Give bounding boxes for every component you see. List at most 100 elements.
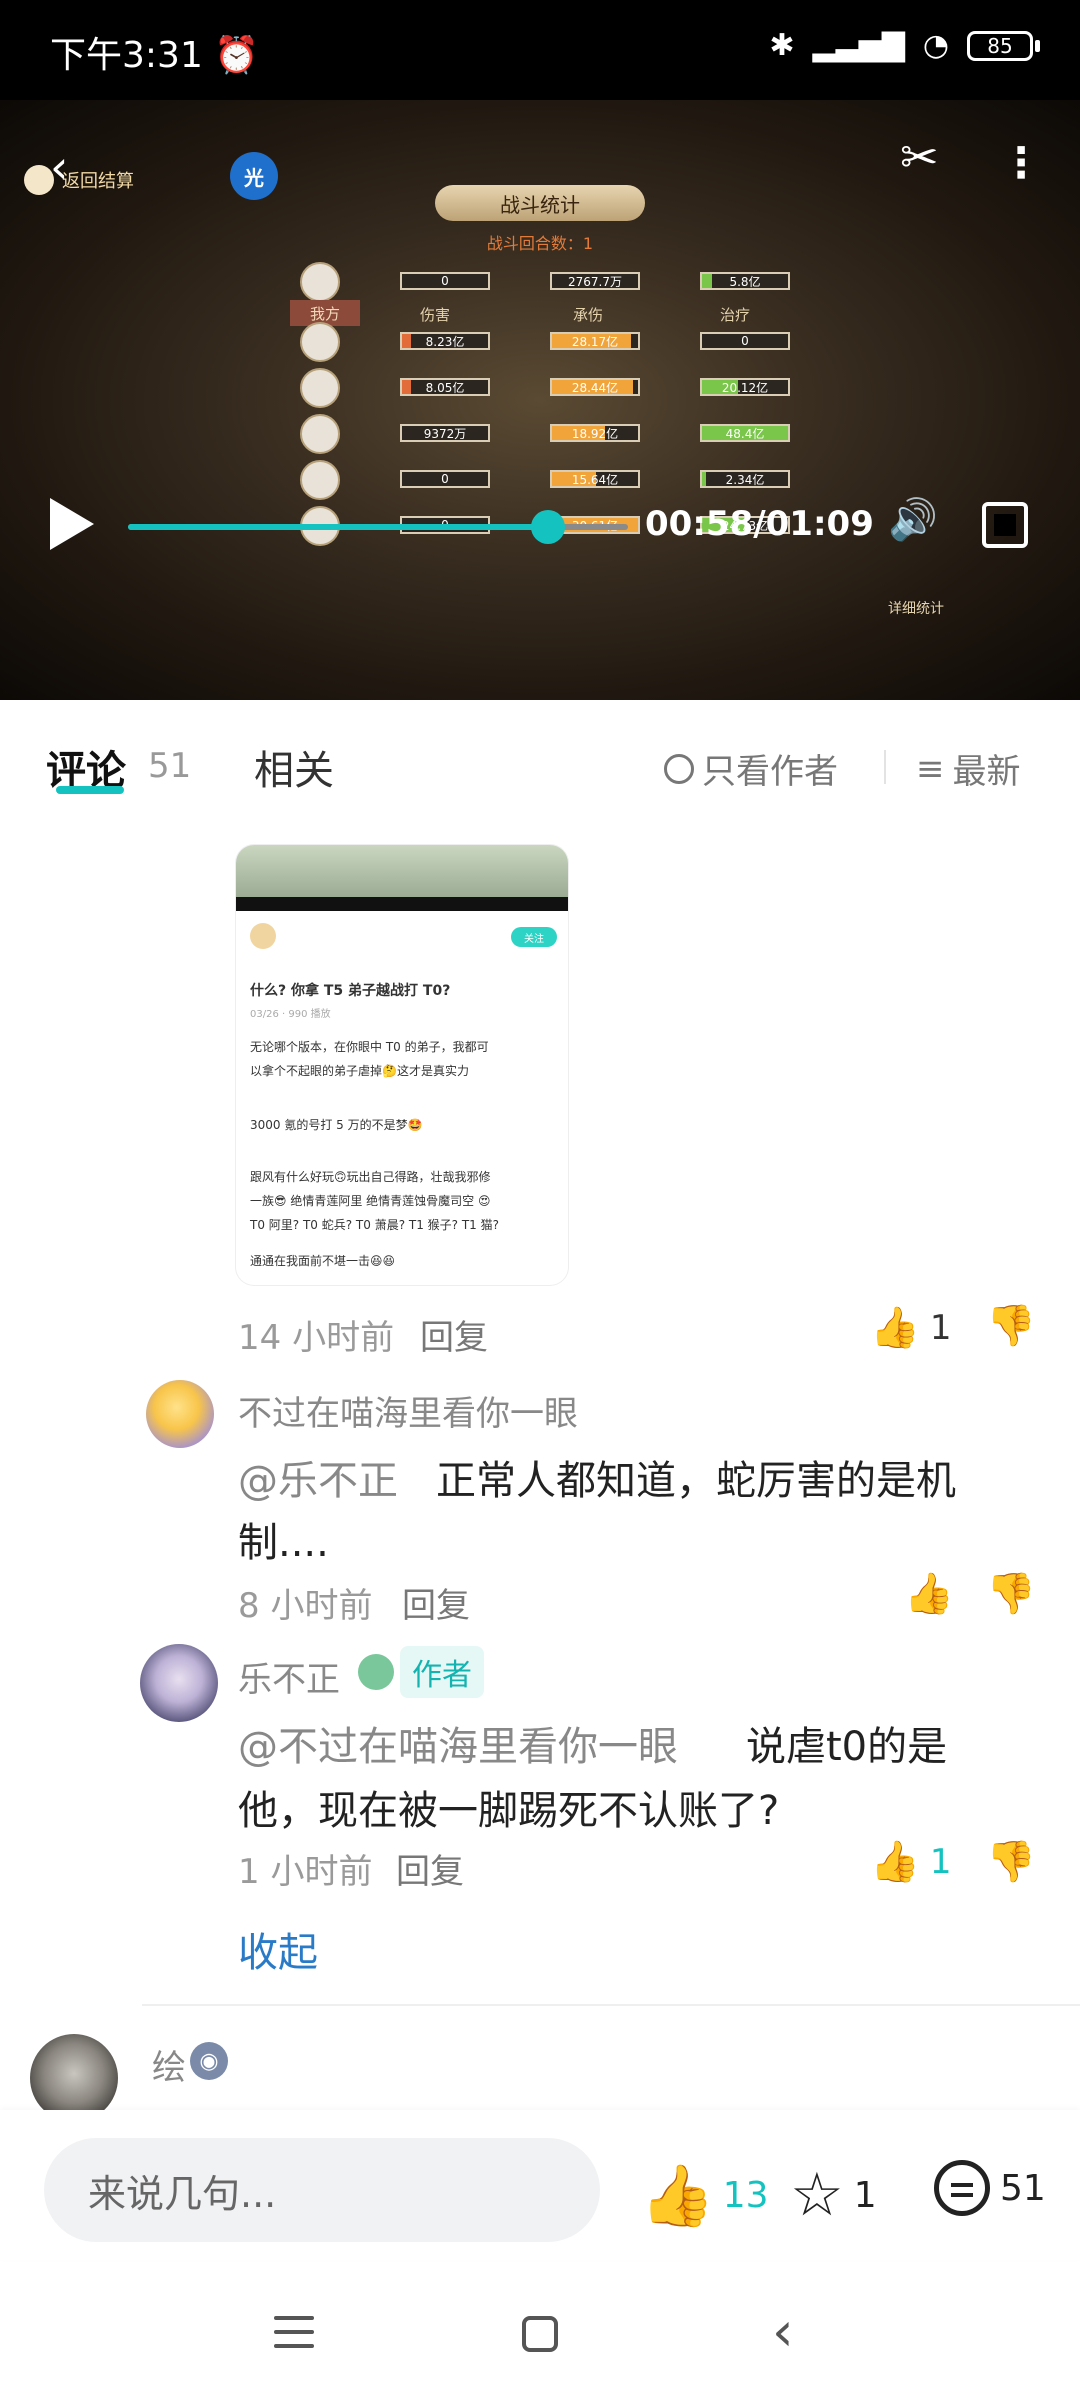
stat-row: 0 15.64亿 2.34亿 xyxy=(300,460,800,500)
stat-bar: 48.4亿 xyxy=(700,424,790,442)
reply-button[interactable]: 回复 xyxy=(402,1578,470,1627)
stat-bar: 8.05亿 xyxy=(400,378,490,396)
video-time: 00:58/01:09 xyxy=(645,504,874,544)
thumbs-up-icon: 👍 xyxy=(870,1305,920,1351)
favorite-button[interactable]: ☆ 1 xyxy=(790,2160,877,2230)
image-post-line: 以拿个不起眼的弟子虐掉🤔这才是真实力 xyxy=(250,1064,469,1078)
stat-row: 8.23亿 28.17亿 0 xyxy=(300,322,800,362)
stat-bar: 8.23亿 xyxy=(400,332,490,350)
like-button[interactable]: 👍 1 xyxy=(870,1304,951,1351)
image-post-line: T0 阿里? T0 蛇兵? T0 萧晨? T1 猴子? T1 猫? xyxy=(250,1218,500,1232)
user-badge-icon xyxy=(358,1654,394,1690)
battery-icon: 85 xyxy=(967,30,1033,61)
game-logo: 光 xyxy=(230,152,278,200)
radio-circle-icon xyxy=(664,753,694,784)
comment-time: 14 小时前 xyxy=(238,1318,395,1358)
thumbs-up-icon[interactable]: 👍 xyxy=(904,1570,954,1617)
stat-bar: 15.64亿 xyxy=(550,470,640,488)
like-count: 1 xyxy=(929,1841,952,1882)
avatar[interactable] xyxy=(146,1380,214,1448)
comment-image[interactable]: 关注 什么? 你拿 T5 弟子越战打 T0? 03/26 · 990 播放 无论… xyxy=(236,845,568,1285)
stat-row-top: 0 2767.7万 5.8亿 xyxy=(300,262,800,302)
hd-signal-icon: ▂▃▅▇ xyxy=(812,28,905,63)
image-post-line: 3000 氪的号打 5 万的不是梦🤩 xyxy=(250,1118,423,1132)
sort-icon: ≡ xyxy=(916,748,945,789)
image-post-line: 通通在我面前不堪一击😆😆 xyxy=(250,1254,396,1268)
thumbs-down-icon[interactable]: 👎 xyxy=(986,1570,1036,1617)
favorite-count: 1 xyxy=(853,2174,877,2216)
return-icon xyxy=(24,165,54,195)
reply-text: 他，现在被一脚踢死不认账了? xyxy=(238,1788,780,1834)
only-author-label: 只看作者 xyxy=(702,752,838,792)
reply-button[interactable]: 回复 xyxy=(396,1844,464,1893)
comment-username[interactable]: 绘 xyxy=(152,2040,186,2089)
stat-bar: 2767.7万 xyxy=(550,272,640,290)
reply-mention[interactable]: @不过在喵海里看你一眼 xyxy=(238,1714,678,1772)
battery-tip xyxy=(1035,39,1040,52)
collapse-replies-button[interactable]: 收起 xyxy=(238,1920,318,1978)
home-icon[interactable] xyxy=(522,2316,558,2352)
stat-bar: 2.34亿 xyxy=(700,470,790,488)
video-like-count: 13 xyxy=(722,2175,769,2216)
image-banner-strip xyxy=(236,897,568,911)
divider xyxy=(884,750,886,784)
tab-active-indicator xyxy=(56,786,124,794)
divider xyxy=(142,2004,1080,2006)
thumbs-down-icon[interactable]: 👎 xyxy=(986,1838,1036,1885)
image-post-title: 什么? 你拿 T5 弟子越战打 T0? xyxy=(250,983,451,999)
video-like-button[interactable]: 👍 13 xyxy=(640,2160,769,2231)
image-post-line: 一族😎 绝情青莲阿里 绝情青莲蚀骨魔司空 😍 xyxy=(250,1194,491,1208)
stat-row: 9372万 18.92亿 48.4亿 xyxy=(300,414,800,454)
reply-mention[interactable]: @乐不正 xyxy=(238,1448,398,1506)
reply-time: 1 小时前 xyxy=(238,1852,373,1892)
comment-input[interactable]: 来说几句... xyxy=(44,2138,600,2242)
back-icon[interactable]: ‹ xyxy=(772,2300,794,2363)
menu-icon[interactable] xyxy=(274,2316,314,2350)
sort-button[interactable]: ≡ 最新 xyxy=(916,744,1021,793)
alarm-icon: ⏰ xyxy=(214,35,260,76)
fullscreen-icon[interactable] xyxy=(982,502,1028,548)
character-avatar xyxy=(300,322,340,362)
reply-button[interactable]: 回复 xyxy=(420,1310,488,1359)
comments-button[interactable]: 51 xyxy=(934,2160,1046,2216)
battle-stats-title: 战斗统计 xyxy=(435,185,645,221)
progress-fill xyxy=(128,524,549,530)
play-icon[interactable] xyxy=(50,498,94,550)
avatar[interactable] xyxy=(140,1644,218,1722)
image-post-date: 03/26 · 990 播放 xyxy=(250,1009,331,1020)
reply-text: 说虐t0的是 xyxy=(746,1724,948,1770)
comment-bubble-icon xyxy=(934,2160,990,2216)
star-icon: ☆ xyxy=(790,2160,844,2230)
only-author-toggle[interactable]: 只看作者 xyxy=(664,744,838,793)
stat-bar: 0 xyxy=(400,272,490,290)
character-avatar xyxy=(300,262,340,302)
stat-bar: 5.8亿 xyxy=(700,272,790,290)
bluetooth-icon: ✱ xyxy=(769,28,795,63)
author-tag: 作者 xyxy=(400,1646,484,1698)
character-avatar xyxy=(300,414,340,454)
more-icon[interactable]: ⋮ xyxy=(1000,138,1042,187)
like-button[interactable]: 👍 1 xyxy=(870,1838,951,1885)
status-time: 下午3:31 ⏰ xyxy=(50,35,260,76)
follow-badge: 关注 xyxy=(511,927,557,947)
volume-icon[interactable]: 🔊 xyxy=(888,496,938,543)
thumbs-up-icon: 👍 xyxy=(870,1839,920,1885)
stat-bar: 28.44亿 xyxy=(550,378,640,396)
wifi-icon: ◔ xyxy=(922,28,949,63)
sort-label: 最新 xyxy=(952,752,1021,792)
image-post-line: 跟风有什么好玩🙃玩出自己得路，壮哉我邪修 xyxy=(250,1170,491,1184)
reply-username[interactable]: 乐不正 xyxy=(238,1652,340,1701)
thumbs-up-icon: 👍 xyxy=(640,2161,715,2231)
tab-related[interactable]: 相关 xyxy=(254,738,334,796)
tools-icon[interactable]: ✂ xyxy=(900,130,939,184)
comment-count: 51 xyxy=(148,746,192,786)
game-return-button: 返回结算 xyxy=(24,165,134,195)
stat-bar: 18.92亿 xyxy=(550,424,640,442)
reply-username[interactable]: 不过在喵海里看你一眼 xyxy=(238,1386,578,1435)
avatar[interactable] xyxy=(30,2034,118,2122)
thumbs-down-icon[interactable]: 👎 xyxy=(986,1302,1036,1349)
video-player[interactable]: ‹ ✂ ⋮ 返回结算 光 战斗统计 战斗回合数：1 0 2767.7万 5.8亿… xyxy=(0,100,1080,700)
avatar xyxy=(250,923,276,949)
status-icons: ✱ ▂▃▅▇ ◔ 85 xyxy=(769,28,1040,63)
character-avatar xyxy=(300,460,340,500)
